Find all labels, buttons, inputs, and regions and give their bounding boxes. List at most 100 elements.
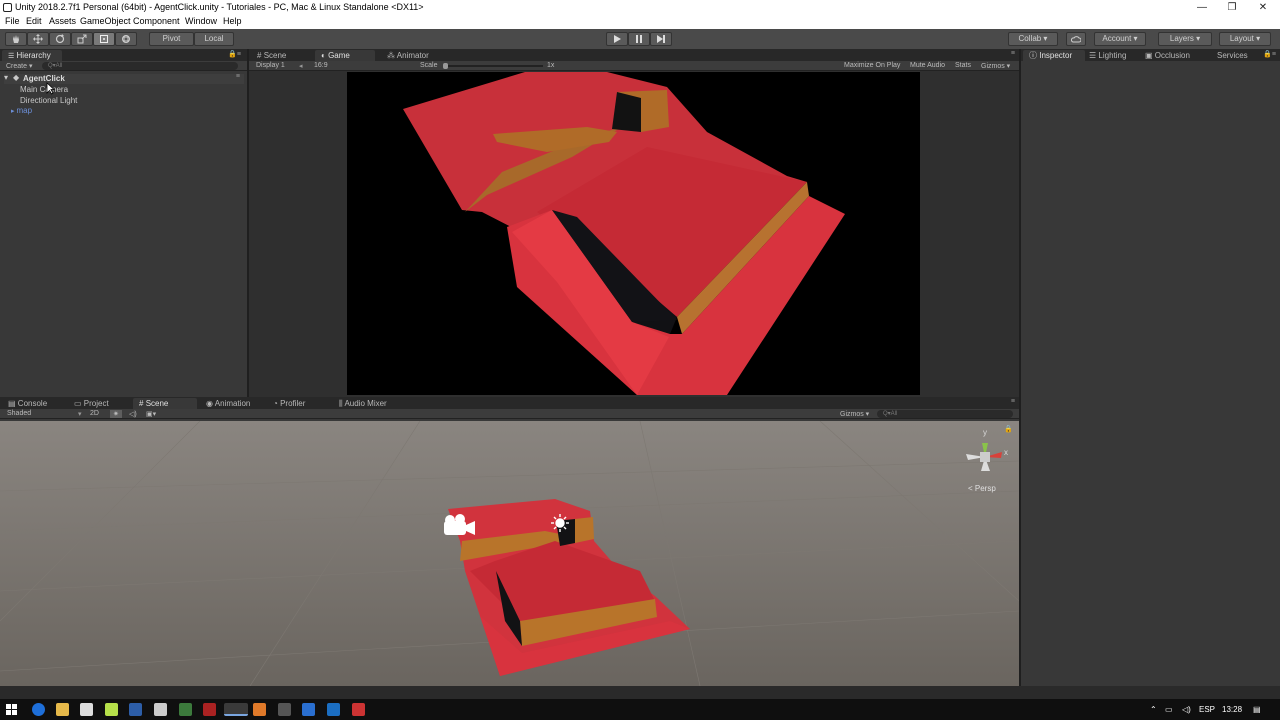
layout-dropdown[interactable]: Layout ▾	[1219, 32, 1271, 46]
app-icon-gray[interactable]	[154, 703, 167, 716]
status-bar	[0, 686, 1280, 699]
step-icon	[657, 35, 665, 43]
hierarchy-item-map[interactable]: ▸ map	[11, 106, 32, 115]
layers-dropdown[interactable]: Layers ▾	[1158, 32, 1212, 46]
menu-help[interactable]: Help	[223, 16, 242, 26]
panel-menu-icon[interactable]: 🔒≡	[1263, 50, 1276, 58]
tab-animator[interactable]: ⁂ Animator	[381, 50, 441, 61]
scene-options-icon[interactable]: ≡	[236, 73, 240, 80]
scene-viewport[interactable]: y x < Persp 🔒	[0, 421, 1019, 686]
effects-toggle-icon[interactable]: ▣▾	[146, 410, 156, 418]
scale-tool-button[interactable]	[71, 32, 93, 46]
tab-lighting[interactable]: ☰ Lighting	[1083, 50, 1141, 61]
transform-icon	[122, 35, 130, 43]
volume-icon[interactable]: ◁)	[1182, 705, 1191, 714]
persp-label[interactable]: < Persp	[968, 484, 996, 493]
play-button[interactable]	[606, 32, 628, 46]
tab-audio-mixer[interactable]: ⫼ Audio Mixer	[333, 398, 403, 409]
maximize-on-play-toggle[interactable]: Maximize On Play	[844, 62, 900, 69]
scene-row[interactable]: ▾ ◆ AgentClick ≡	[4, 73, 244, 84]
tab-project[interactable]: ▭ Project	[68, 398, 130, 409]
menu-file[interactable]: File	[5, 16, 20, 26]
hierarchy-search-input[interactable]: Q▾All	[42, 62, 238, 70]
cortana-icon[interactable]	[32, 703, 45, 716]
scale-slider-thumb[interactable]	[443, 63, 448, 69]
hierarchy-item-directional-light[interactable]: Directional Light	[20, 96, 77, 105]
tab-occlusion[interactable]: ▣ Occlusion	[1139, 50, 1203, 61]
stats-toggle[interactable]: Stats	[955, 62, 971, 69]
language-indicator[interactable]: ESP	[1199, 705, 1215, 714]
rotate-tool-button[interactable]	[49, 32, 71, 46]
tray-arrow-icon[interactable]: ⌃	[1150, 705, 1157, 714]
animator-icon: ⁂	[387, 51, 395, 60]
menu-component[interactable]: Component	[133, 16, 180, 26]
game-viewport[interactable]	[347, 72, 920, 395]
tab-profiler[interactable]: ◔ Profiler	[267, 398, 331, 409]
lighting-toggle-icon[interactable]: ✷	[110, 410, 122, 418]
tab-inspector[interactable]: ⓘ Inspector	[1023, 50, 1085, 61]
panel-menu-icon[interactable]: ≡	[1011, 398, 1015, 405]
clock[interactable]: 13:28	[1222, 705, 1242, 714]
aspect-dropdown[interactable]: 16:9	[314, 62, 328, 69]
cloud-button[interactable]	[1066, 32, 1086, 46]
hierarchy-item-main-camera[interactable]: Main Camera	[20, 85, 68, 94]
mute-audio-toggle[interactable]: Mute Audio	[910, 62, 945, 69]
network-icon[interactable]: ▭	[1165, 705, 1173, 714]
collab-dropdown[interactable]: Collab ▾	[1008, 32, 1058, 46]
restore-button[interactable]: ❐	[1217, 0, 1247, 15]
display-dropdown-arrow-icon[interactable]: ◂	[299, 62, 303, 70]
menu-bar: File Edit Assets GameObject Component Wi…	[0, 15, 1280, 29]
menu-edit[interactable]: Edit	[26, 16, 42, 26]
account-dropdown[interactable]: Account ▾	[1094, 32, 1146, 46]
menu-window[interactable]: Window	[185, 16, 217, 26]
dropdown-arrow-icon[interactable]: ▾	[78, 410, 82, 418]
tab-console[interactable]: ▤ Console	[2, 398, 64, 409]
minimize-button[interactable]: —	[1187, 0, 1217, 15]
menu-gameobject[interactable]: GameObject	[80, 16, 131, 26]
terminal-icon[interactable]	[278, 703, 291, 716]
notifications-icon[interactable]: ▤	[1253, 705, 1261, 714]
gizmos-dropdown[interactable]: Gizmos ▾	[981, 62, 1010, 70]
expand-arrow-icon[interactable]: ▾	[4, 73, 8, 82]
unity-taskbar-icon[interactable]	[224, 703, 248, 716]
hand-tool-button[interactable]	[5, 32, 27, 46]
store-icon[interactable]	[80, 703, 93, 716]
minecraft-icon[interactable]	[179, 703, 192, 716]
menu-assets[interactable]: Assets	[49, 16, 76, 26]
lock-icon[interactable]: 🔒	[1004, 425, 1013, 433]
app-icon-green[interactable]	[105, 703, 118, 716]
local-toggle[interactable]: Local	[194, 32, 234, 46]
scale-slider[interactable]	[443, 63, 543, 69]
move-tool-button[interactable]	[27, 32, 49, 46]
blender-icon[interactable]	[253, 703, 266, 716]
step-button[interactable]	[650, 32, 672, 46]
tab-scene-bottom[interactable]: # Scene	[133, 398, 197, 409]
tab-scene[interactable]: # Scene	[251, 50, 311, 61]
pause-button[interactable]	[628, 32, 650, 46]
rect-tool-button[interactable]	[93, 32, 115, 46]
display-dropdown[interactable]: Display 1	[256, 62, 285, 69]
tab-hierarchy[interactable]: ☰ Hierarchy	[2, 50, 62, 61]
tab-animation[interactable]: ◉ Animation	[200, 398, 264, 409]
audio-toggle-icon[interactable]: ◁)	[129, 410, 137, 418]
file-explorer-icon[interactable]	[56, 703, 69, 716]
close-button[interactable]: ✕	[1248, 0, 1278, 15]
windows-start-icon[interactable]	[6, 704, 17, 715]
app-icon-r[interactable]	[352, 703, 365, 716]
steam-icon[interactable]	[129, 703, 142, 716]
panel-menu-icon[interactable]: ≡	[1011, 50, 1015, 57]
visual-studio-icon[interactable]	[302, 703, 315, 716]
transform-tool-button[interactable]	[115, 32, 137, 46]
scene-gizmos-dropdown[interactable]: Gizmos ▾	[840, 410, 869, 418]
create-dropdown[interactable]: Create ▾	[6, 62, 32, 70]
steam-alt-icon[interactable]	[327, 703, 340, 716]
2d-toggle[interactable]: 2D	[90, 410, 99, 417]
scene-search-input[interactable]: Q▾All	[877, 410, 1013, 418]
tab-services[interactable]: Services	[1211, 50, 1261, 61]
shading-mode-dropdown[interactable]: Shaded	[7, 410, 31, 417]
pivot-toggle[interactable]: Pivot	[149, 32, 194, 46]
panel-menu-icon[interactable]: 🔒≡	[228, 50, 241, 58]
app-icon-red[interactable]	[203, 703, 216, 716]
scale-value: 1x	[547, 62, 555, 69]
tab-game[interactable]: ◐ Game	[315, 50, 375, 61]
